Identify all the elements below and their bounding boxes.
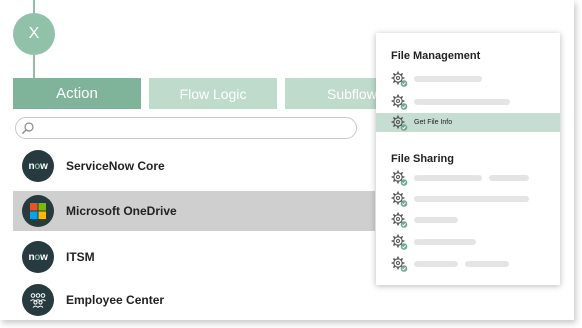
- tab-subflow-label: Subflow: [327, 85, 377, 102]
- microsoft-logo-icon: [22, 195, 54, 227]
- connector-line-bottom: [33, 55, 35, 78]
- panel-action-item[interactable]: [376, 210, 560, 229]
- placeholder-bar: [465, 261, 509, 267]
- tab-action[interactable]: Action: [13, 78, 141, 109]
- list-item-label: ITSM: [66, 250, 95, 264]
- gear-action-icon: [391, 256, 409, 278]
- close-icon: X: [28, 25, 40, 42]
- section-title-file-sharing: File Sharing: [391, 153, 454, 165]
- list-item-label: Microsoft OneDrive: [66, 204, 177, 218]
- placeholder-bar: [414, 99, 510, 105]
- gear-action-icon: [391, 71, 409, 93]
- servicenow-logo-icon: now: [22, 150, 54, 182]
- placeholder-bar: [414, 175, 482, 181]
- tab-flow-logic[interactable]: Flow Logic: [149, 78, 277, 109]
- close-button[interactable]: X: [13, 13, 55, 55]
- gear-action-icon: [391, 212, 409, 234]
- search-box[interactable]: [15, 117, 357, 139]
- tab-flow-logic-label: Flow Logic: [179, 85, 247, 102]
- people-group-icon: [22, 284, 54, 316]
- panel-action-item[interactable]: [376, 254, 560, 273]
- servicenow-logo-icon: now: [22, 241, 54, 273]
- connector-line-top: [33, 0, 35, 13]
- list-item-employee-center[interactable]: Employee Center: [13, 280, 375, 320]
- placeholder-bar: [414, 76, 482, 82]
- panel-action-item[interactable]: [376, 92, 560, 111]
- action-panel: File Management Get File Info File Shari…: [376, 33, 560, 285]
- section-title-file-management: File Management: [391, 50, 481, 62]
- placeholder-bar: [414, 239, 476, 245]
- tab-action-label: Action: [56, 85, 98, 102]
- flow-designer-window: X Action Flow Logic Subflow now ServiceN…: [0, 0, 574, 320]
- placeholder-bar: [489, 175, 529, 181]
- panel-action-item[interactable]: [376, 69, 560, 88]
- search-input[interactable]: [38, 120, 352, 138]
- panel-action-item-get-file-info[interactable]: Get File Info: [376, 113, 560, 132]
- panel-action-item[interactable]: [376, 189, 560, 208]
- tab-subflow[interactable]: Subflow: [285, 78, 385, 109]
- list-item-servicenow-core[interactable]: now ServiceNow Core: [13, 146, 375, 186]
- placeholder-bar: [414, 261, 458, 267]
- placeholder-bar: [414, 196, 529, 202]
- placeholder-bar: [414, 217, 458, 223]
- search-icon: [21, 121, 35, 140]
- list-item-label: ServiceNow Core: [66, 159, 165, 173]
- panel-action-item[interactable]: [376, 232, 560, 251]
- list-item-itsm[interactable]: now ITSM: [13, 237, 375, 277]
- list-item-label: Employee Center: [66, 293, 165, 307]
- action-label: Get File Info: [414, 119, 453, 126]
- gear-action-icon: [391, 234, 409, 256]
- gear-action-icon: [391, 115, 409, 137]
- list-item-microsoft-onedrive[interactable]: Microsoft OneDrive: [13, 191, 375, 231]
- panel-action-item[interactable]: [376, 168, 560, 187]
